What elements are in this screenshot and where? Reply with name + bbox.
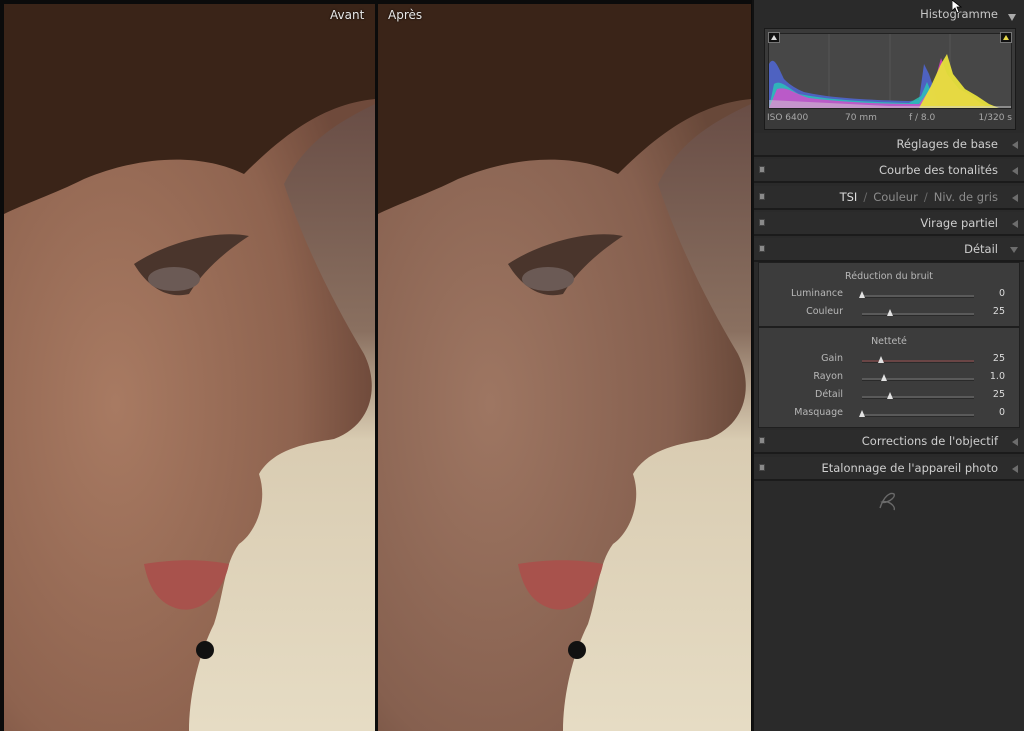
slider-label: Couleur	[806, 306, 843, 317]
slider-track[interactable]	[862, 309, 974, 316]
portrait-after-image	[378, 4, 751, 731]
section-detail-title: Détail	[964, 242, 998, 256]
expand-triangle-icon	[1012, 194, 1018, 202]
section-basic[interactable]: Réglages de base	[754, 133, 1024, 157]
slider-track[interactable]	[862, 374, 974, 381]
panel-switch-icon[interactable]	[759, 437, 765, 444]
slider-value[interactable]: 0	[999, 407, 1005, 418]
section-lens-title: Corrections de l'objectif	[861, 434, 998, 448]
slider-thumb[interactable]	[881, 374, 888, 381]
section-tone-curve-title: Courbe des tonalités	[879, 163, 998, 177]
histogram-graph	[769, 34, 1011, 108]
tab-grayscale[interactable]: Niv. de gris	[934, 190, 998, 204]
panel-switch-icon[interactable]	[759, 193, 765, 200]
expand-triangle-icon	[1012, 220, 1018, 228]
mouse-cursor-icon	[952, 0, 962, 14]
slider-noise-color[interactable]: Couleur 25	[759, 305, 1019, 321]
slider-thumb[interactable]	[859, 291, 865, 298]
section-camera-title: Etalonnage de l'appareil photo	[821, 461, 998, 475]
slider-value[interactable]: 25	[993, 389, 1005, 400]
expand-triangle-icon	[1012, 167, 1018, 175]
tab-separator: /	[863, 190, 868, 204]
tab-color[interactable]: Couleur	[873, 190, 918, 204]
slider-track[interactable]	[862, 356, 974, 363]
section-split-toning[interactable]: Virage partiel	[754, 212, 1024, 236]
slider-label: Luminance	[791, 288, 843, 299]
highlight-clipping-toggle[interactable]	[1000, 32, 1012, 43]
after-photo[interactable]	[378, 4, 751, 731]
section-basic-title: Réglages de base	[896, 137, 998, 151]
expand-triangle-icon	[1012, 465, 1018, 473]
exif-aperture: f / 8.0	[909, 113, 936, 123]
histogram[interactable]: ISO 6400 70 mm f / 8.0 1/320 s	[764, 28, 1016, 130]
exif-focal-length: 70 mm	[845, 113, 877, 123]
exif-shutter: 1/320 s	[978, 113, 1013, 123]
noise-reduction-title: Réduction du bruit	[845, 271, 933, 282]
shadow-clipping-toggle[interactable]	[768, 32, 780, 43]
section-hsl-tabs: TSI / Couleur / Niv. de gris	[840, 190, 998, 204]
slider-value[interactable]: 0	[999, 288, 1005, 299]
slider-thumb[interactable]	[887, 392, 893, 399]
panel-switch-icon[interactable]	[759, 166, 765, 173]
panel-switch-icon[interactable]	[759, 245, 765, 252]
split-divider	[375, 0, 378, 731]
slider-sharpen-masking[interactable]: Masquage 0	[759, 406, 1019, 422]
slider-track[interactable]	[859, 410, 974, 417]
slider-value[interactable]: 25	[993, 353, 1005, 364]
after-label: Après	[388, 8, 423, 22]
section-lens-corrections[interactable]: Corrections de l'objectif	[754, 430, 1024, 454]
slider-label: Masquage	[794, 407, 843, 418]
develop-panel: Histogramme ISO 6400 70 mm f / 8.0 1/320…	[752, 0, 1024, 731]
before-photo[interactable]	[4, 4, 375, 731]
section-hsl[interactable]: TSI / Couleur / Niv. de gris	[754, 186, 1024, 210]
shadow-clip-triangle-icon	[771, 35, 777, 40]
slider-track[interactable]	[862, 392, 974, 399]
expand-triangle-icon	[1012, 438, 1018, 446]
before-label: Avant	[330, 8, 365, 22]
slider-sharpen-amount[interactable]: Gain 25	[759, 352, 1019, 368]
slider-label: Gain	[821, 353, 843, 364]
slider-track[interactable]	[859, 291, 974, 298]
slider-thumb[interactable]	[859, 410, 865, 417]
detail-body: Réduction du bruit Luminance 0 Couleur 2…	[758, 262, 1020, 428]
slider-thumb[interactable]	[878, 356, 885, 363]
tab-separator: /	[923, 190, 928, 204]
slider-value[interactable]: 25	[993, 306, 1005, 317]
histogram-plot	[768, 33, 1012, 109]
portrait-before-image	[4, 4, 375, 731]
section-camera-calibration[interactable]: Etalonnage de l'appareil photo	[754, 457, 1024, 481]
slider-value[interactable]: 1.0	[990, 371, 1005, 382]
slider-sharpen-detail[interactable]: Détail 25	[759, 388, 1019, 404]
panel-end-ornament-icon	[879, 492, 895, 511]
expand-triangle-icon	[1012, 141, 1018, 149]
collapse-triangle-icon	[1010, 247, 1018, 253]
photo-viewer: Avant Après	[0, 0, 752, 731]
group-separator	[759, 326, 1019, 328]
tab-tsi[interactable]: TSI	[840, 190, 858, 204]
section-split-toning-title: Virage partiel	[920, 216, 998, 230]
histogram-header[interactable]: Histogramme	[754, 4, 1024, 24]
slider-thumb[interactable]	[887, 309, 893, 316]
slider-sharpen-radius[interactable]: Rayon 1.0	[759, 370, 1019, 386]
collapse-triangle-icon	[1008, 14, 1016, 21]
sharpening-title: Netteté	[871, 336, 907, 347]
exif-iso: ISO 6400	[767, 113, 809, 123]
panel-switch-icon[interactable]	[759, 464, 765, 471]
section-detail[interactable]: Détail	[754, 238, 1024, 262]
highlight-clip-triangle-icon	[1003, 35, 1009, 40]
panel-switch-icon[interactable]	[759, 219, 765, 226]
slider-noise-luminance[interactable]: Luminance 0	[759, 287, 1019, 303]
slider-label: Rayon	[813, 371, 843, 382]
slider-label: Détail	[815, 389, 843, 400]
section-tone-curve[interactable]: Courbe des tonalités	[754, 159, 1024, 183]
